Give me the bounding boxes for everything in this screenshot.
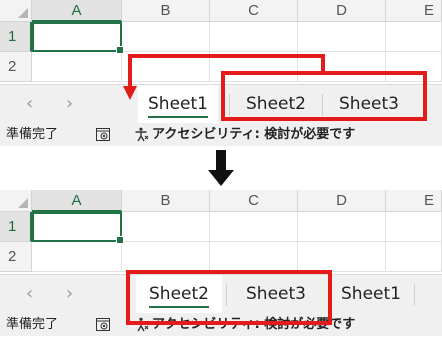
column-header-a[interactable]: A (32, 190, 122, 212)
column-header-b[interactable]: B (122, 190, 210, 212)
cell-c2[interactable] (210, 242, 298, 272)
cell-d1[interactable] (298, 212, 386, 242)
highlight-box-moved-tabs (126, 270, 332, 325)
select-all-corner[interactable] (0, 190, 32, 212)
fill-handle[interactable] (116, 236, 124, 244)
row-header-2[interactable]: 2 (0, 242, 32, 272)
down-arrow-icon (208, 150, 234, 186)
cell-b2[interactable] (122, 242, 210, 272)
status-ready: 準備完了 (6, 317, 59, 332)
cell-c1[interactable] (210, 212, 298, 242)
chevron-left-icon[interactable]: ‹ (26, 285, 33, 303)
row-header-1[interactable]: 1 (0, 212, 32, 242)
chevron-right-icon[interactable]: › (66, 285, 73, 303)
column-header-d[interactable]: D (298, 190, 386, 212)
move-arrow-icon (123, 54, 325, 100)
cell-b1[interactable] (122, 212, 210, 242)
macro-record-icon[interactable] (96, 318, 110, 331)
column-header-e[interactable]: E (386, 190, 442, 212)
active-cell-selection[interactable] (32, 212, 124, 244)
cell-e2[interactable] (386, 242, 442, 272)
tab-divider (414, 284, 415, 306)
sheet-tab-sheet1[interactable]: Sheet1 (333, 275, 409, 313)
column-header-c[interactable]: C (210, 190, 298, 212)
cell-a2[interactable] (32, 242, 122, 272)
cell-d2[interactable] (298, 242, 386, 272)
cell-e1[interactable] (386, 212, 442, 242)
